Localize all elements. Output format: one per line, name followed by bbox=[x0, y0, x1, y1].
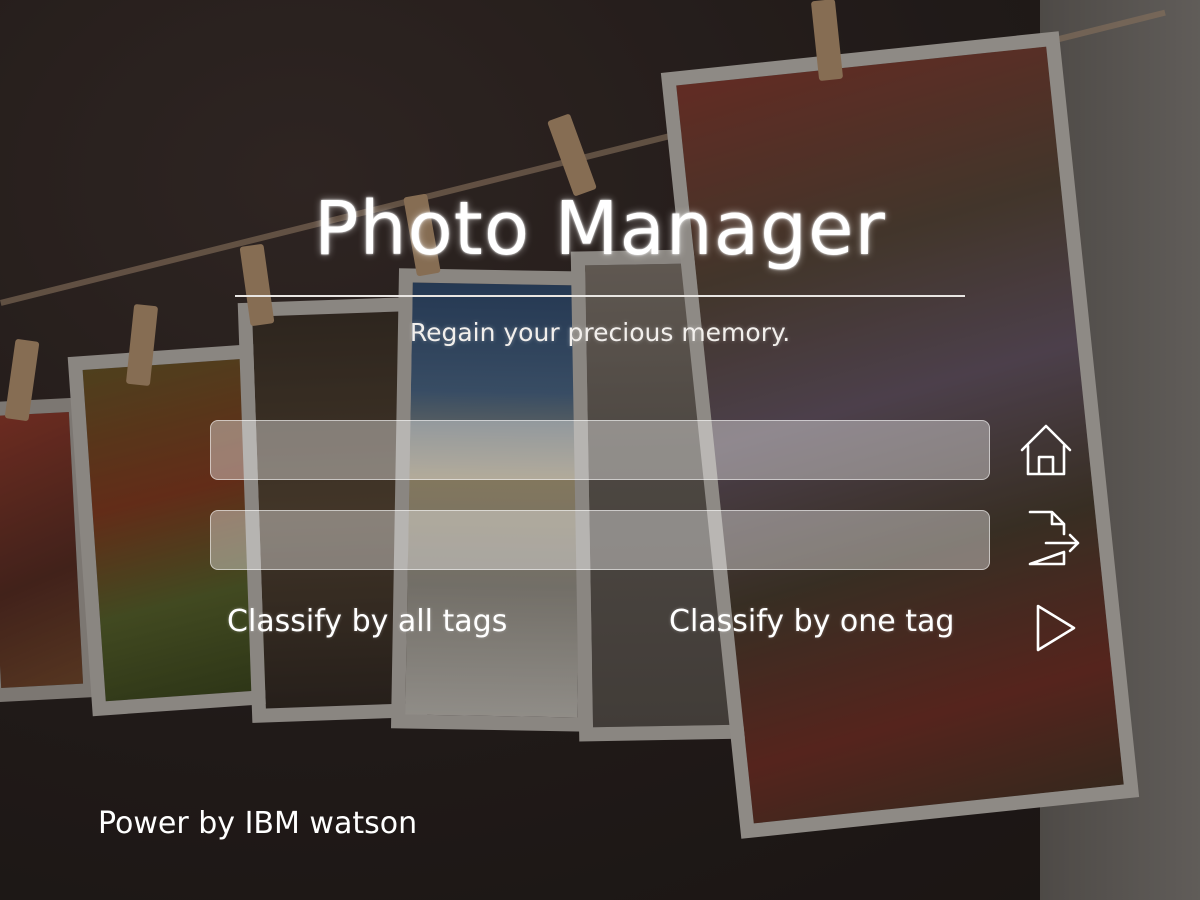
play-icon bbox=[1036, 604, 1076, 652]
app-title: Photo Manager bbox=[314, 186, 886, 272]
title-divider bbox=[235, 295, 965, 297]
file-export-icon bbox=[1028, 510, 1080, 566]
classify-all-tags-button[interactable]: Classify by all tags bbox=[227, 604, 507, 639]
home-icon bbox=[1020, 424, 1072, 476]
export-button[interactable] bbox=[1022, 508, 1082, 568]
classify-one-tag-button[interactable]: Classify by one tag bbox=[669, 604, 954, 639]
run-button[interactable] bbox=[1024, 598, 1084, 658]
home-button[interactable] bbox=[1016, 420, 1076, 480]
input-field-2[interactable] bbox=[210, 510, 990, 570]
main-panel: Photo Manager Regain your precious memor… bbox=[0, 0, 1200, 900]
footer-credit: Power by IBM watson bbox=[98, 806, 418, 841]
input-field-1[interactable] bbox=[210, 420, 990, 480]
app-subtitle: Regain your precious memory. bbox=[409, 318, 791, 347]
